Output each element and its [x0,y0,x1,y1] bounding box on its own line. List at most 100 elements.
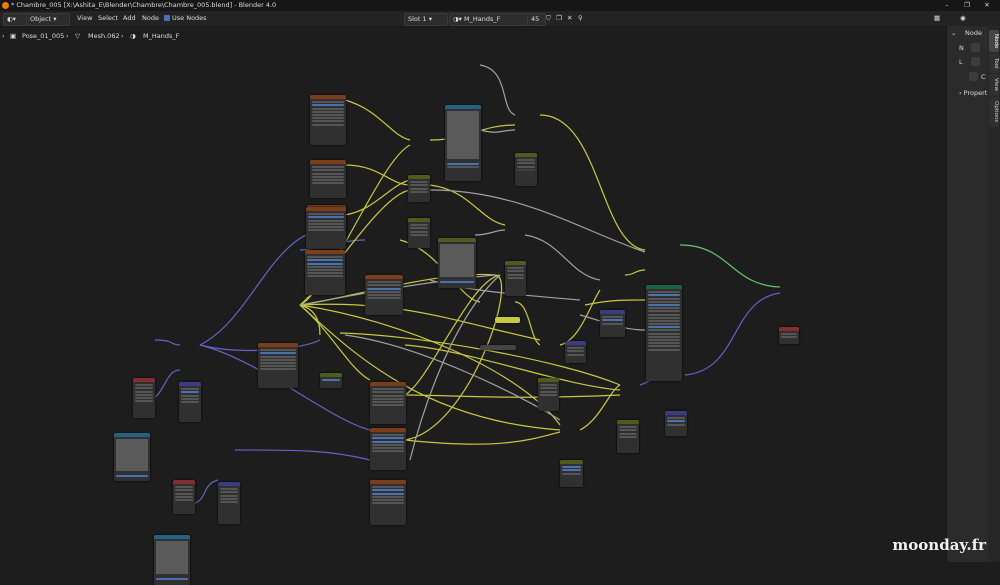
pin-icon[interactable]: ⚲ [578,13,583,24]
node-name-field-icon[interactable] [971,43,980,52]
breadcrumb-chevron-icon: › [121,32,124,40]
overlay-icon[interactable]: ▦ [934,13,940,24]
link-color [299,304,561,431]
material-name: M_Hands_F [464,15,501,23]
node-bump[interactable] [617,420,639,453]
node-name-label: N [959,44,964,52]
node-image-texture[interactable] [370,382,406,424]
duplicate-material-icon[interactable]: ❐ [556,13,562,24]
slot-dropdown[interactable]: Slot 1 ▾ [404,13,448,26]
tab-node[interactable]: Node [989,30,999,52]
node-mix-color[interactable] [538,378,559,411]
node-mix-color[interactable] [505,261,526,296]
node-mapping[interactable] [179,382,201,422]
checkbox-checked-icon [164,15,170,21]
window-title: * Chambre_005 [X:\Ashita_E\Blender\Chamb… [11,1,277,9]
node-mix-small[interactable] [320,373,342,388]
link-color [404,344,621,391]
node-float-curve[interactable] [445,105,481,181]
breadcrumb-chevron-icon: › [2,32,5,40]
node-normal-map[interactable] [665,411,687,436]
node-material-output[interactable] [779,327,799,344]
node-mapping[interactable] [218,482,240,524]
node-texture-brown[interactable] [306,207,346,249]
collapse-chevron-icon[interactable]: ⌄ [951,29,956,37]
node-reroute[interactable] [495,317,520,323]
node-color-ramp[interactable] [560,460,583,487]
node-float-curve[interactable] [114,433,150,481]
maximize-button[interactable]: ❐ [958,0,976,11]
link-vector [199,229,321,346]
node-image-texture[interactable] [310,95,346,145]
node-texture-coordinate[interactable] [173,480,195,514]
node-float-curve[interactable] [438,238,476,288]
link-color [404,274,503,441]
link-color [404,431,561,445]
material-icon: ◑▾ [453,15,465,23]
node-principled-bsdf[interactable] [646,285,682,381]
node-mix-color[interactable] [515,153,537,186]
material-selector[interactable]: ◑▾ M_Hands_F [449,13,531,26]
node-image-texture[interactable] [258,343,298,388]
link-color [579,384,621,431]
node-image-texture[interactable] [310,160,346,198]
node-reroute[interactable] [480,345,516,350]
node-mix-color[interactable] [408,175,430,202]
link-color [344,164,411,186]
breadcrumb-item-material[interactable]: M_Hands_F [143,27,179,45]
link-color [404,394,621,398]
menu-node[interactable]: Node [142,13,159,24]
node-image-texture[interactable] [365,275,403,315]
use-nodes-toggle[interactable]: Use Nodes [164,13,207,24]
close-button[interactable]: ✕ [978,0,996,11]
sidebar-panel: Node ⌄ N L C › Propert [946,26,989,562]
material-icon: ◑ [130,32,136,40]
breadcrumb-chevron-icon: › [66,32,69,40]
tab-options[interactable]: Options [989,97,999,127]
node-canvas[interactable] [0,45,946,585]
menu-select[interactable]: Select [98,13,118,24]
blender-logo-icon [2,2,9,9]
object-mode-dropdown[interactable]: Object ▾ [26,13,70,26]
breadcrumb-item-object[interactable]: Pose_01_005 [22,27,64,45]
node-image-texture[interactable] [305,250,345,295]
properties-expander[interactable]: › Propert [959,89,987,97]
link-vector [234,449,371,461]
node-float-curve[interactable] [154,535,190,585]
window-titlebar: * Chambre_005 [X:\Ashita_E\Blender\Chamb… [0,0,1000,11]
use-nodes-label: Use Nodes [172,14,207,22]
menu-view[interactable]: View [77,13,92,24]
link-vector [154,339,181,346]
link-color [539,114,646,251]
sidebar-tabs: Node Tool View Options [988,26,1000,562]
color-toggle-icon[interactable] [969,72,978,81]
breadcrumb-item-mesh[interactable]: Mesh.062 [88,27,120,45]
node-label-field-icon[interactable] [971,57,980,66]
editor-type-dropdown[interactable]: ◐▾ [3,13,27,26]
node-image-texture[interactable] [370,480,406,525]
link-vector [684,292,781,376]
node-image-texture[interactable] [370,428,406,470]
menu-add[interactable]: Add [123,13,136,24]
object-mode-label: Object [30,15,52,23]
viewport-shading-icon[interactable]: ◉ [960,13,966,24]
link-color [429,184,506,226]
tab-tool[interactable]: Tool [989,53,999,73]
fake-user-shield-icon[interactable]: ⛉ [546,13,551,24]
link-float [479,64,516,116]
material-users-count[interactable]: 45 [527,13,546,26]
node-mix-color[interactable] [408,218,430,248]
node-bump[interactable] [565,341,586,363]
minimize-button[interactable]: – [938,0,956,11]
node-mix[interactable] [600,310,625,337]
node-label-label: L [959,58,963,66]
link-color [299,304,371,381]
node-texture-coordinate[interactable] [133,378,155,418]
window-controls: – ❐ ✕ [938,0,996,11]
object-data-icon: ▣ [10,32,17,40]
tab-view[interactable]: View [989,74,999,96]
properties-label: Propert [963,89,988,97]
color-label: C [981,73,986,81]
watermark: moonday.fr [892,536,986,554]
unlink-material-icon[interactable]: ✕ [567,13,572,24]
